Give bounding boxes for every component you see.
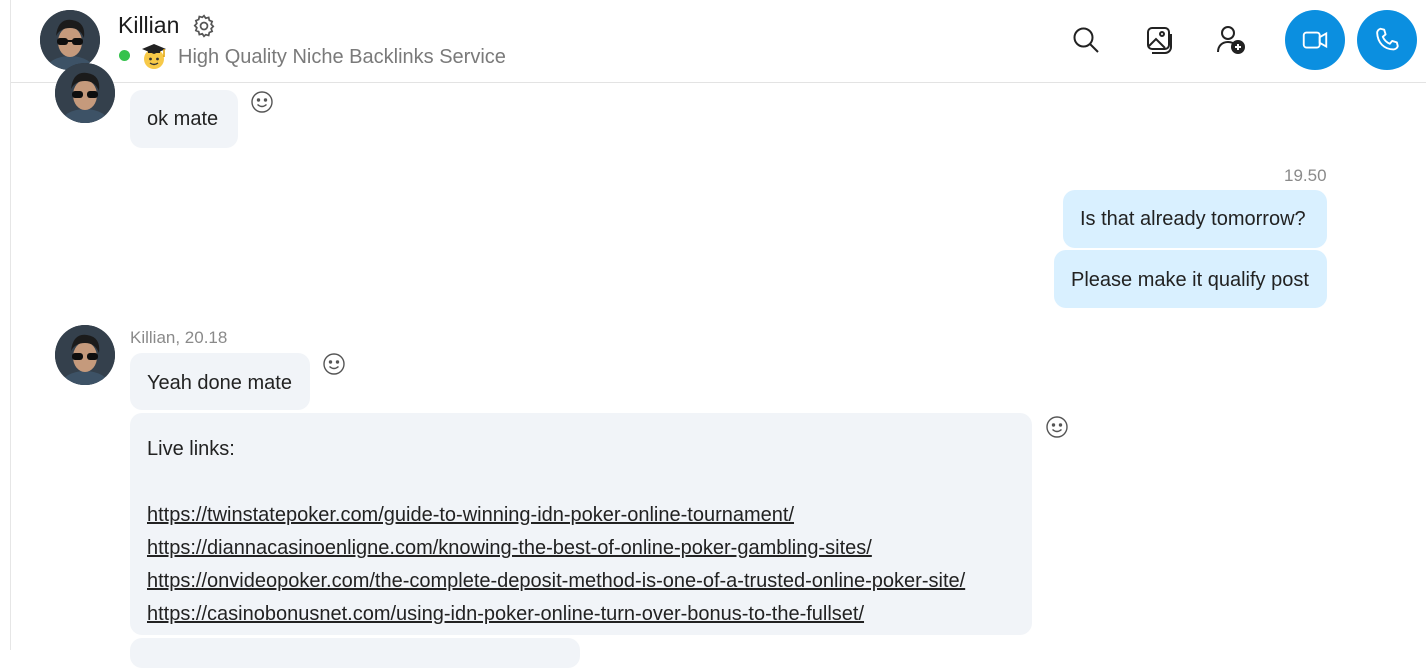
add-people-button[interactable]	[1211, 20, 1251, 60]
smiley-react-icon[interactable]	[1045, 415, 1069, 439]
mood-message: High Quality Niche Backlinks Service	[178, 46, 506, 68]
message-link[interactable]: https://twinstatepoker.com/guide-to-winn…	[147, 499, 1015, 532]
gallery-button[interactable]	[1139, 20, 1179, 60]
message-link[interactable]: https://onvideopoker.com/the-complete-de…	[147, 565, 1015, 598]
phone-icon	[1376, 27, 1399, 51]
message-bubble-outgoing[interactable]: Is that already tomorrow?	[1063, 190, 1327, 248]
search-icon	[1073, 27, 1099, 53]
video-camera-icon	[1302, 31, 1328, 49]
sender-avatar[interactable]	[55, 325, 115, 385]
message-text: Is that already tomorrow?	[1080, 208, 1306, 230]
search-button[interactable]	[1066, 20, 1106, 60]
message-text: Please make it qualify post	[1071, 269, 1309, 291]
message-text: Yeah done mate	[147, 372, 292, 394]
sender-avatar[interactable]	[55, 63, 115, 123]
audio-call-button[interactable]	[1357, 10, 1417, 70]
smiley-react-icon[interactable]	[322, 352, 346, 376]
message-text: Live links:	[147, 438, 235, 460]
video-call-button[interactable]	[1285, 10, 1345, 70]
presence-indicator	[119, 50, 130, 61]
graduate-emoji-icon	[138, 40, 170, 72]
contact-name[interactable]: Killian	[118, 12, 179, 39]
sender-meta: Killian, 20.18	[130, 328, 228, 347]
message-bubble-links[interactable]: Live links: https://twinstatepoker.com/g…	[130, 413, 1032, 635]
message-timestamp: 19.50	[1284, 166, 1327, 185]
gallery-icon	[1147, 27, 1172, 54]
contact-avatar[interactable]	[40, 10, 100, 70]
smiley-react-icon[interactable]	[250, 90, 274, 114]
message-bubble[interactable]	[130, 638, 580, 668]
message-link[interactable]: https://casinobonusnet.com/using-idn-pok…	[147, 598, 1015, 631]
message-link[interactable]: https://diannacasinoenligne.com/knowing-…	[147, 532, 1015, 565]
message-text: ok mate	[147, 108, 219, 130]
chat-header: Killian High Quality Niche Backlinks Ser…	[11, 0, 1426, 83]
add-people-icon	[1217, 26, 1245, 54]
left-divider	[10, 0, 11, 650]
message-bubble[interactable]: ok mate	[130, 90, 238, 148]
gear-icon[interactable]	[191, 13, 217, 39]
message-bubble-outgoing[interactable]: Please make it qualify post	[1054, 250, 1327, 308]
message-bubble[interactable]: Yeah done mate	[130, 353, 310, 410]
